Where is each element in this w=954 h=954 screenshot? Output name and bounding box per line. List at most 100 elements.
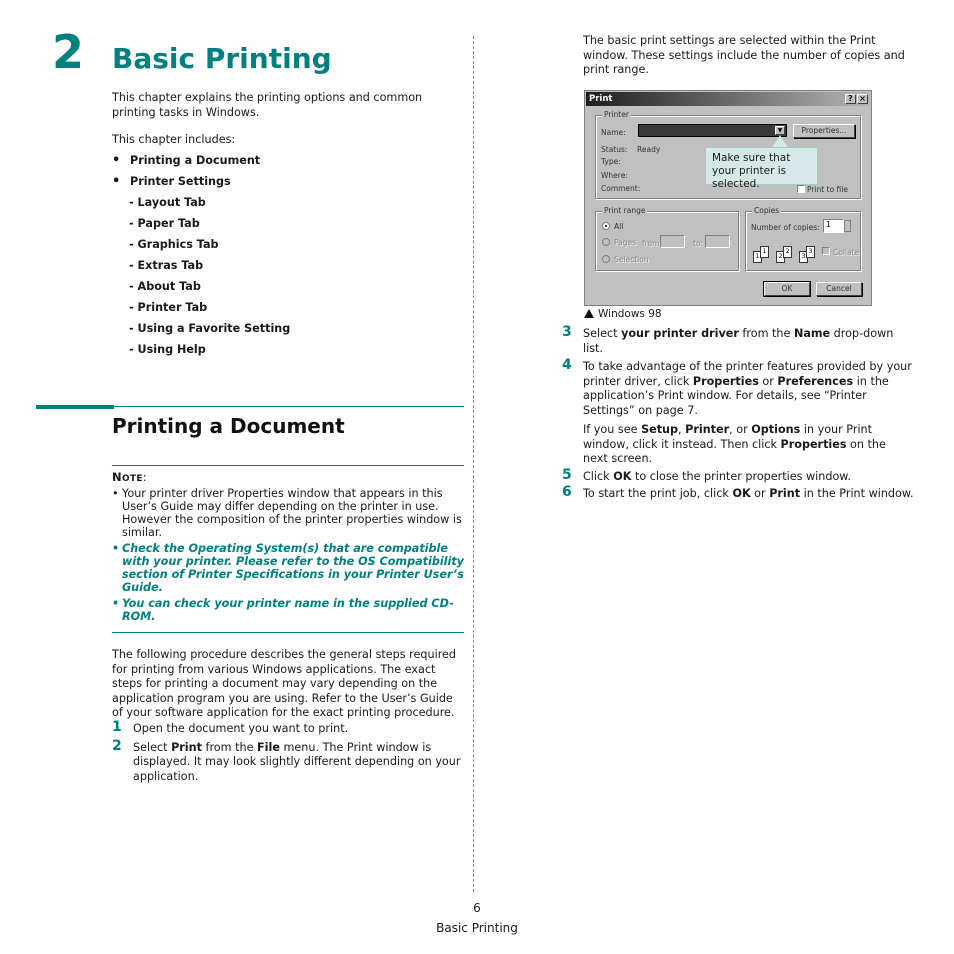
note-list: Your printer driver Properties window th… (112, 487, 464, 626)
toc-item[interactable]: - Printer Tab (112, 300, 452, 321)
note-label-colon: : (142, 470, 147, 484)
ok-button[interactable]: OK (763, 281, 811, 297)
toc-item[interactable]: - About Tab (112, 279, 452, 300)
collate-page-icon: 2 (783, 246, 792, 258)
toc-item[interactable]: - Using a Favorite Setting (112, 321, 452, 342)
step-number: 3 (562, 324, 572, 340)
status-value: Ready (637, 145, 661, 154)
toc-item[interactable]: - Graphics Tab (112, 237, 452, 258)
step-text-bold: your printer driver (621, 327, 739, 340)
chapter-intro: This chapter explains the printing optio… (112, 91, 423, 119)
note-top-rule (112, 465, 464, 466)
from-label: from: (642, 239, 662, 248)
step-6: 6 To start the print job, click OK or Pr… (562, 485, 914, 502)
step-text: or (750, 487, 770, 500)
copies-spinner[interactable] (844, 220, 851, 232)
procedure-intro: The following procedure describes the ge… (112, 648, 457, 719)
collate-page-icon: 1 (760, 246, 769, 258)
copies-input[interactable]: 1 (823, 219, 844, 233)
printer-group-label: Printer (602, 110, 631, 120)
caption-text: Windows 98 (598, 308, 662, 320)
step-text: to close the printer properties window. (631, 469, 851, 483)
footer-chapter-name: Basic Printing (436, 921, 518, 935)
collate-label: Collate (833, 248, 860, 257)
range-pages-radio[interactable] (602, 238, 610, 246)
status-label: Status: (601, 145, 628, 154)
to-input[interactable] (705, 235, 730, 248)
step-1: 1 Open the document you want to print. (112, 719, 464, 737)
steps-left: 1 Open the document you want to print. 2… (112, 719, 464, 785)
toc-item[interactable]: Printing a Document (112, 153, 452, 174)
to-label: to: (693, 239, 704, 248)
step-text: To start the print job, click (583, 487, 733, 500)
note-label-rest: OTE (121, 474, 143, 484)
section-rule-thick (36, 405, 114, 409)
page-number: 6 (473, 901, 481, 915)
step-text-bold: Printer (685, 423, 730, 436)
step-text: Select (583, 327, 622, 340)
cancel-button[interactable]: Cancel (816, 282, 862, 296)
step-text: Open the document you want to print. (133, 722, 349, 735)
callout-box: Make sure that your printer is selected. (705, 147, 818, 190)
note-item: Your printer driver Properties window th… (112, 487, 464, 539)
step-number: 1 (112, 719, 122, 735)
collate-page-icon: 3 (806, 246, 815, 258)
step-text: If you see (583, 423, 642, 436)
toc-item[interactable]: Printer Settings (112, 174, 452, 195)
print-to-file-label: Print to file (807, 185, 848, 194)
print-dialog-screenshot: Print ? × Printer Name: ▼ Properties... … (584, 90, 872, 306)
step-2: 2 Select Print from the File menu. The P… (112, 738, 464, 785)
type-label: Type: (601, 157, 621, 166)
toc-item[interactable]: - Extras Tab (112, 258, 452, 279)
step-text-bold: Properties (780, 437, 847, 451)
triangle-up-icon (584, 309, 594, 318)
toc-item[interactable]: - Layout Tab (112, 195, 452, 216)
step-4: 4 To take advantage of the printer featu… (562, 358, 914, 418)
copies-label: Number of copies: (751, 223, 820, 232)
range-selection-radio[interactable] (602, 255, 610, 263)
toc-item[interactable]: - Using Help (112, 342, 452, 363)
step-text: , or (729, 423, 752, 436)
step-text: in the Print window. (800, 487, 914, 500)
range-all-radio[interactable] (602, 222, 610, 230)
step-text-bold: File (257, 740, 280, 754)
range-selection-label: Selection (614, 255, 649, 264)
step-text: or (758, 374, 778, 388)
note-label-initial: N (112, 470, 122, 484)
print-range-group-label: Print range (602, 206, 648, 216)
section-rule-thin (114, 406, 464, 407)
print-to-file-checkbox[interactable] (797, 185, 805, 193)
step-3: 3 Select your printer driver from the Na… (562, 324, 914, 356)
note-item-emphasis: You can check your printer name in the s… (112, 597, 464, 623)
chapter-includes-label: This chapter includes: (112, 133, 236, 146)
chevron-down-icon[interactable]: ▼ (775, 126, 785, 135)
where-label: Where: (601, 171, 628, 180)
step-text-bold: OK (613, 469, 632, 483)
range-all-label: All (614, 222, 624, 231)
section-title: Printing a Document (112, 414, 345, 438)
step-text-bold: Options (751, 423, 801, 436)
step-text-bold: OK (732, 487, 751, 500)
step-text: Click (583, 469, 614, 483)
range-pages-label: Pages (614, 238, 637, 247)
help-icon[interactable]: ? (845, 94, 856, 104)
step-text-bold: Name (793, 327, 831, 340)
step-text-bold: Print (769, 487, 801, 500)
collate-checkbox[interactable] (822, 247, 830, 255)
properties-button[interactable]: Properties... (793, 124, 855, 138)
right-intro: The basic print settings are selected wi… (583, 34, 905, 76)
dialog-title: Print (589, 94, 613, 104)
step-text-bold: Print (171, 740, 202, 754)
step-text-bold: Setup (641, 423, 679, 436)
close-icon[interactable]: × (857, 94, 868, 104)
column-divider (473, 36, 474, 892)
printer-name-select[interactable]: ▼ (638, 124, 787, 137)
toc-item[interactable]: - Paper Tab (112, 216, 452, 237)
note-label: NOTE: (112, 470, 147, 487)
from-input[interactable] (660, 235, 685, 248)
chapter-toc: Printing a Document Printer Settings - L… (112, 153, 452, 363)
figure-caption: Windows 98 (584, 307, 662, 321)
step-text: from the (738, 327, 794, 340)
section-rule (36, 405, 464, 409)
copies-group-label: Copies (752, 206, 782, 216)
